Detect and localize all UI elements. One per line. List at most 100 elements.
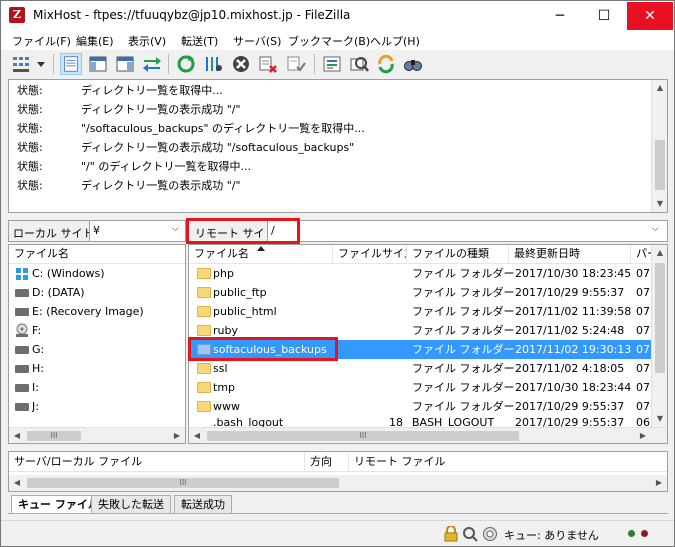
scroll-thumb[interactable]: III [207,431,519,441]
local-tree-item[interactable]: F: [9,321,185,340]
chevron-down-icon[interactable]: ⌵ [652,224,659,234]
local-header-filename[interactable]: ファイル名 [9,245,185,263]
remote-file-row[interactable]: public_ftp ファイル フォルダー 2017/10/29 9:55:37… [189,283,651,302]
toolbar [1,50,674,78]
toggle-queue-icon[interactable] [141,53,163,75]
folder-icon [197,363,211,374]
log-vscrollbar[interactable]: ▲ ▼ [651,80,667,212]
file-permissions: 07 [636,305,650,318]
local-tree-item[interactable]: D: (DATA) [9,283,185,302]
scroll-left-icon[interactable]: ◀ [189,428,205,444]
file-modified: 2017/11/02 11:39:58 [515,305,632,318]
tab-successful-transfers[interactable]: 転送成功 [174,495,232,514]
toggle-remote-tree-icon[interactable] [114,53,136,75]
dropdown-arrow-icon[interactable] [37,60,45,68]
drive-icon [15,308,29,316]
local-column-header: ファイル名 [9,245,185,264]
queue-hscrollbar[interactable]: ◀ III ▶ [9,475,667,491]
remote-header-filetype[interactable]: ファイルの種類 [407,245,509,263]
menu-file[interactable]: ファイル(F) [12,33,71,49]
remote-file-row[interactable]: tmp ファイル フォルダー 2017/10/30 18:23:44 07 [189,378,651,397]
chevron-down-icon[interactable]: ⌵ [172,224,179,234]
remote-header-permissions[interactable]: パー [631,245,651,263]
scroll-thumb[interactable] [655,140,665,190]
file-permissions: 07 [636,324,650,337]
toggle-local-tree-icon[interactable] [87,53,109,75]
directory-compare-icon[interactable] [375,53,397,75]
queue-column-header: サーバ/ローカル ファイル 方向 リモート ファイル [9,452,667,472]
menu-bookmarks[interactable]: ブックマーク(B) [288,33,370,49]
scroll-down-icon[interactable]: ▼ [652,196,668,212]
scroll-right-icon[interactable]: ▶ [635,428,651,444]
remote-file-row[interactable]: php ファイル フォルダー 2017/10/30 18:23:45 07 [189,264,651,283]
menu-view[interactable]: 表示(V) [128,33,166,49]
log-line: 状態: ディレクトリ一覧の表示成功 "/softaculous_backups" [17,141,355,154]
scroll-thumb[interactable]: III [27,431,81,441]
menu-server[interactable]: サーバ(S) [233,33,281,49]
scroll-thumb[interactable] [655,263,665,373]
filter-icon[interactable] [321,53,343,75]
scroll-left-icon[interactable]: ◀ [9,475,25,491]
local-site-combobox[interactable]: ¥ ⌵ [89,221,185,241]
local-tree-item[interactable]: G: [9,340,185,359]
menu-help[interactable]: ヘルプ(H) [370,33,420,49]
local-tree-item[interactable]: I: [9,378,185,397]
local-site-label: ローカル サイト: [13,227,98,240]
remote-header-filesize[interactable]: ファイルサイズ [333,245,407,263]
close-button[interactable]: ✕ [627,2,673,30]
lock-icon [444,526,458,542]
scroll-thumb[interactable]: III [27,478,339,488]
minimize-button[interactable]: ─ [537,2,583,30]
menu-edit[interactable]: 編集(E) [76,33,114,49]
toggle-sync-browse-icon[interactable] [348,53,370,75]
queue-header-server-local-file[interactable]: サーバ/ローカル ファイル [9,452,305,472]
scroll-up-icon[interactable]: ▲ [652,80,668,96]
cancel-icon[interactable] [230,53,252,75]
tab-failed-transfers[interactable]: 失敗した転送 [91,495,171,514]
refresh-icon[interactable] [175,53,197,75]
file-modified: 2017/10/30 18:23:45 [515,267,632,280]
filter-status-icon[interactable] [482,526,498,542]
file-type: ファイル フォルダー [412,267,515,280]
scroll-down-icon[interactable]: ▼ [652,411,668,427]
site-manager-icon[interactable] [10,53,32,75]
speed-limit-icon[interactable] [462,526,478,542]
message-log: 状態: ディレクトリ一覧を取得中... 状態: ディレクトリ一覧の表示成功 "/" … [8,79,668,213]
maximize-button[interactable]: ☐ [581,2,627,30]
remote-vscrollbar[interactable]: ▲ ▼ [651,245,667,427]
file-name: public_ftp [213,286,267,299]
send-indicator-icon [641,530,648,537]
scroll-up-icon[interactable]: ▲ [652,245,668,261]
file-name: ssl [213,362,228,375]
process-queue-icon[interactable] [202,53,224,75]
search-icon[interactable] [402,53,424,75]
file-type: ファイル フォルダー [412,362,515,375]
file-type: ファイル フォルダー [412,305,515,318]
disconnect-icon[interactable] [257,53,279,75]
toggle-log-icon[interactable] [60,53,82,75]
remote-file-row[interactable]: ssl ファイル フォルダー 2017/11/02 4:18:05 07 [189,359,651,378]
scroll-right-icon[interactable]: ▶ [651,475,667,491]
toolbar-separator [314,54,315,74]
local-tree-item[interactable]: J: [9,397,185,416]
local-tree-label: E: (Recovery Image) [32,305,144,318]
local-hscrollbar[interactable]: ◀ III ▶ [9,427,185,443]
queue-header-direction[interactable]: 方向 [305,452,349,472]
local-tree-item[interactable]: C: (Windows) [9,264,185,283]
queue-header-remote-file[interactable]: リモート ファイル [349,452,667,472]
remote-hscrollbar[interactable]: ◀ III ▶ [189,427,667,443]
web-folder-icon [197,401,211,412]
scroll-left-icon[interactable]: ◀ [9,428,25,444]
scroll-right-icon[interactable]: ▶ [169,428,185,444]
menu-bar: ファイル(F) 編集(E) 表示(V) 転送(T) サーバ(S) ブックマーク(… [1,30,674,50]
remote-file-row[interactable]: .bash_logout 18 BASH_LOGOUT 2017/10/29 9… [189,416,651,427]
remote-header-modified[interactable]: 最終更新日時 [509,245,631,263]
local-tree-pane: ファイル名 C: (Windows) D: (DATA) E: (Recover… [8,244,186,444]
remote-file-row[interactable]: public_html ファイル フォルダー 2017/11/02 11:39:… [189,302,651,321]
local-tree-item[interactable]: E: (Recovery Image) [9,302,185,321]
local-tree-item[interactable]: H: [9,359,185,378]
reconnect-icon[interactable] [285,53,307,75]
remote-site-combobox[interactable]: / ⌵ [267,221,667,241]
menu-transfer[interactable]: 転送(T) [181,33,218,49]
remote-file-row[interactable]: www ファイル フォルダー 2017/10/29 9:55:37 07 [189,397,651,416]
